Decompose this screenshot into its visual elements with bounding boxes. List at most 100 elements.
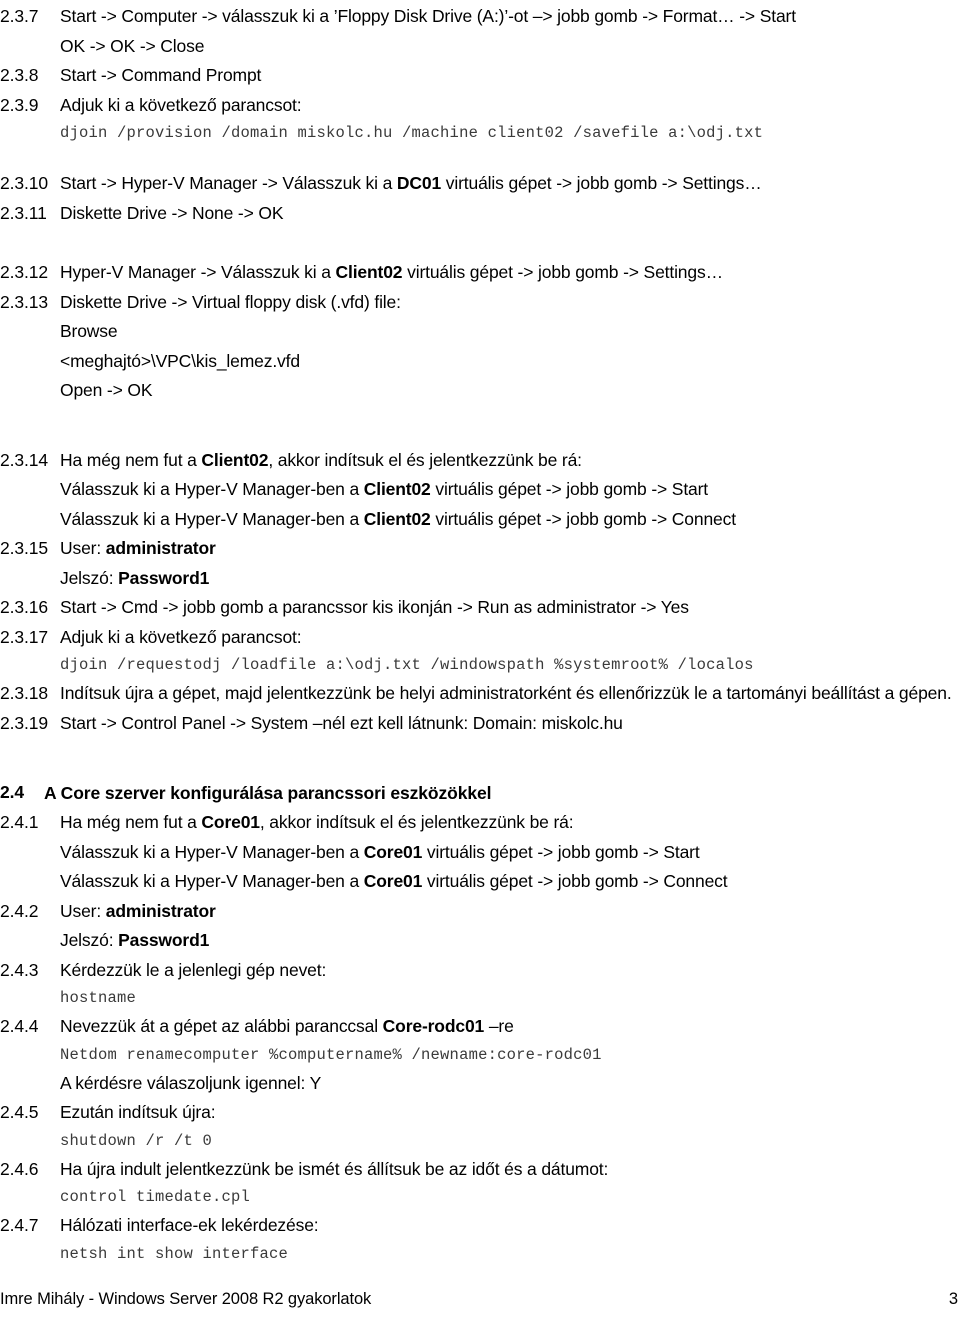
- emphasis-vm-name: DC01: [396, 173, 442, 193]
- item-number: 2.3.8: [0, 65, 39, 85]
- item-line: Start -> Command Prompt: [60, 65, 262, 85]
- item-number: 2.4.2: [0, 900, 39, 921]
- item-line: Start -> Control Panel -> System –nél ez…: [60, 712, 623, 733]
- item-line: Indítsuk újra a gépet, majd jelentkezzün…: [60, 683, 952, 703]
- item-subline: Válasszuk ki a Hyper-V Manager-ben a Cli…: [60, 505, 960, 535]
- command-line: shutdown /r /t 0: [60, 1131, 213, 1150]
- item-number: 2.3.11: [0, 202, 47, 223]
- item-line: Diskette Drive -> Virtual floppy disk (.…: [60, 291, 401, 312]
- text-post: , akkor indítsuk el és jelentkezzünk be …: [268, 449, 582, 470]
- emphasis-vm-name: Core01: [363, 871, 423, 891]
- item-body: Diskette Drive -> Virtual floppy disk (.…: [60, 288, 960, 406]
- item-line: OK -> OK -> Close: [60, 35, 205, 56]
- item-body: Start -> Hyper-V Manager -> Válasszuk ki…: [60, 169, 960, 199]
- item-body: Kérdezzük le a jelenlegi gép nevet:: [60, 956, 960, 986]
- item-number: 2.3.16: [0, 597, 49, 617]
- page-content: 2.3.7 Start -> Computer -> válasszuk ki …: [0, 2, 960, 1268]
- item-subline: Válasszuk ki a Hyper-V Manager-ben a Cor…: [60, 867, 960, 897]
- item-body: Ha újra indult jelentkezzünk be ismét és…: [60, 1155, 960, 1185]
- item-number: 2.4.1: [0, 812, 39, 832]
- password-label: Jelszó:: [60, 567, 119, 588]
- item-number: 2.4.3: [0, 959, 39, 980]
- text-pre: Start -> Hyper-V Manager -> Válasszuk ki…: [60, 173, 397, 193]
- item-body: Ha még nem fut a Client02 , akkor indítsu…: [60, 446, 960, 535]
- text-post: virtuális gépet -> jobb gomb -> Connect: [422, 871, 728, 891]
- text-post: virtuális gépet -> jobb gomb -> Start: [430, 479, 709, 499]
- item-number: 2.3.15: [0, 538, 49, 558]
- item-number: 2.4.6: [0, 1158, 39, 1179]
- command-line: control timedate.cpl: [60, 1188, 251, 1206]
- item-body: Start -> Cmd -> jobb gomb a parancssor k…: [60, 593, 960, 623]
- emphasis-vm-name: Core01: [201, 812, 260, 832]
- item-line: Hálózati interface-ek lekérdezése:: [60, 1215, 319, 1235]
- item-number: 2.3.10: [0, 173, 49, 193]
- list-item-2-4-2: 2.4.2 User: administrator Jelszó: Passwo…: [0, 897, 960, 956]
- item-body: Adjuk ki a következő parancsot:: [60, 91, 960, 121]
- item-body: Ezután indítsuk újra:: [60, 1098, 960, 1128]
- item-line: Adjuk ki a következő parancsot:: [60, 94, 302, 115]
- emphasis-vm-name: Client02: [363, 508, 431, 529]
- text-post: virtuális gépet -> jobb gomb -> Start: [422, 841, 700, 862]
- list-item-2-3-16: 2.3.16 Start -> Cmd -> jobb gomb a paran…: [0, 593, 960, 623]
- section-number: 2.4: [0, 782, 25, 802]
- list-item-2-3-18: 2.3.18 Indítsuk újra a gépet, majd jelen…: [0, 679, 960, 709]
- emphasis-host-name: Core-rodc01: [382, 1016, 485, 1036]
- emphasis-vm-name: Client02: [335, 262, 403, 282]
- item-number: 2.3.9: [0, 94, 39, 115]
- item-body: Indítsuk újra a gépet, majd jelentkezzün…: [60, 679, 960, 709]
- item-body: User: administrator Jelszó: Password1: [60, 897, 960, 956]
- list-item-2-3-10: 2.3.10 Start -> Hyper-V Manager -> Válas…: [0, 169, 960, 199]
- item-body: Start -> Computer -> válasszuk ki a ’Flo…: [60, 2, 960, 61]
- text-pre: Válasszuk ki a Hyper-V Manager-ben a: [60, 508, 364, 529]
- item-line: Open -> OK: [60, 380, 153, 400]
- list-item-2-3-14: 2.3.14 Ha még nem fut a Client02 , akkor …: [0, 446, 960, 535]
- password-value: Password1: [118, 567, 210, 588]
- item-line: Ha újra indult jelentkezzünk be ismét és…: [60, 1158, 609, 1179]
- emphasis-vm-name: Core01: [363, 841, 423, 862]
- user-value: administrator: [105, 538, 216, 558]
- item-number: 2.4.7: [0, 1215, 39, 1235]
- credential-user: User: administrator: [60, 534, 960, 564]
- credential-user: User: administrator: [60, 897, 960, 927]
- list-item-2-3-17: 2.3.17 Adjuk ki a következő parancsot:: [0, 623, 960, 653]
- item-line: Diskette Drive -> None -> OK: [60, 202, 284, 223]
- footer-author-title: Imre Mihály - Windows Server 2008 R2 gya…: [0, 1290, 372, 1308]
- item-line: Browse: [60, 321, 118, 341]
- user-label: User:: [60, 538, 106, 558]
- item-body: Adjuk ki a következő parancsot:: [60, 623, 960, 653]
- credential-password: Jelszó: Password1: [60, 926, 960, 956]
- emphasis-vm-name: Client02: [363, 479, 431, 499]
- item-number: 2.3.12: [0, 262, 49, 282]
- item-number: 2.3.13: [0, 291, 49, 312]
- item-number: 2.4.5: [0, 1102, 39, 1122]
- text-pre: Válasszuk ki a Hyper-V Manager-ben a: [60, 841, 364, 862]
- item-body: Hyper-V Manager -> Válasszuk ki a Client…: [60, 258, 960, 288]
- item-line: Start -> Computer -> válasszuk ki a ’Flo…: [60, 6, 796, 26]
- item-number: 2.3.14: [0, 449, 49, 470]
- text-pre: Válasszuk ki a Hyper-V Manager-ben a: [60, 871, 364, 891]
- command-line: hostname: [60, 989, 137, 1007]
- item-number: 2.3.7: [0, 6, 39, 26]
- item-line: <meghajtó>\VPC\kis_lemez.vfd: [60, 350, 300, 371]
- item-line: Start -> Cmd -> jobb gomb a parancssor k…: [60, 597, 689, 617]
- item-body: User: administrator Jelszó: Password1: [60, 534, 960, 593]
- list-item-2-4-7: 2.4.7 Hálózati interface-ek lekérdezése:: [0, 1211, 960, 1241]
- list-item-2-3-15: 2.3.15 User: administrator Jelszó: Passw…: [0, 534, 960, 593]
- item-line: Start -> Hyper-V Manager -> Válasszuk ki…: [60, 169, 960, 199]
- list-item-2-4-1: 2.4.1 Ha még nem fut a Core01, akkor ind…: [0, 808, 960, 897]
- document-page: 2.3.7 Start -> Computer -> válasszuk ki …: [0, 0, 960, 1317]
- item-subline: Válasszuk ki a Hyper-V Manager-ben a Cor…: [60, 838, 960, 868]
- section-title: A Core szerver konfigurálása parancssori…: [44, 783, 492, 803]
- text-pre: Válasszuk ki a Hyper-V Manager-ben a: [60, 479, 364, 499]
- item-body: Hálózati interface-ek lekérdezése:: [60, 1211, 960, 1241]
- item-body: Ha még nem fut a Core01, akkor indítsuk …: [60, 808, 960, 897]
- text-pre: Ha még nem fut a: [60, 449, 202, 470]
- list-item-2-3-11: 2.3.11 Diskette Drive -> None -> OK: [0, 199, 960, 229]
- item-line: Adjuk ki a következő parancsot:: [60, 626, 302, 647]
